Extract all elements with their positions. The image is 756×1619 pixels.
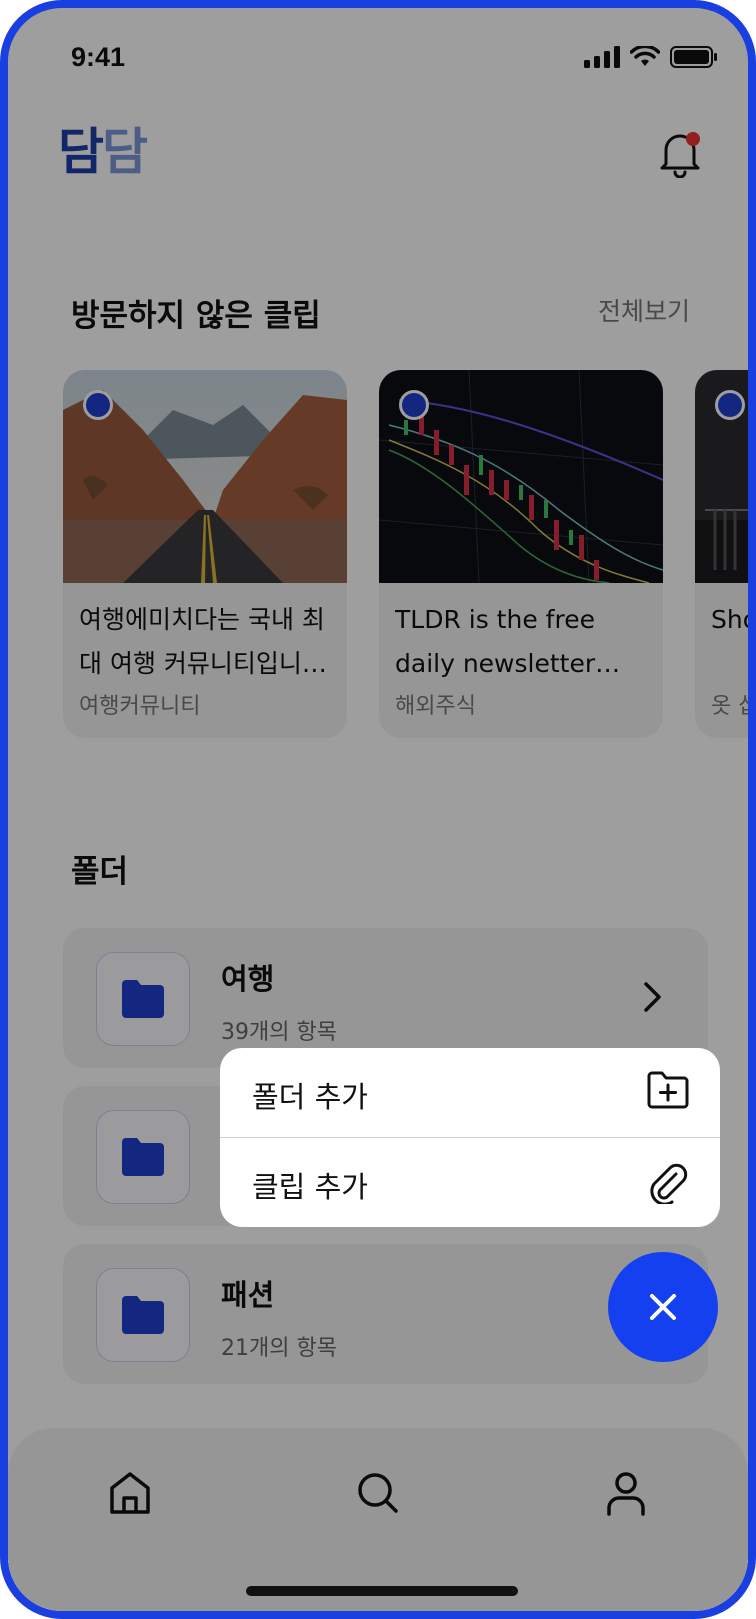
close-icon — [650, 1294, 676, 1320]
add-menu: 폴더 추가 클립 추가 — [220, 1048, 720, 1227]
phone-frame: 9:41 담담 방문하지 않은 클립 전체보기 여행에미치다는 국내 최대 여행… — [0, 0, 756, 1619]
modal-overlay[interactable] — [8, 8, 748, 1611]
add-folder-menu-item[interactable]: 폴더 추가 — [220, 1048, 720, 1137]
add-clip-menu-item[interactable]: 클립 추가 — [220, 1138, 720, 1227]
folder-plus-icon — [647, 1071, 689, 1109]
close-fab-button[interactable] — [608, 1252, 718, 1362]
paperclip-icon — [650, 1163, 688, 1204]
add-clip-label: 클립 추가 — [252, 1170, 368, 1204]
add-folder-label: 폴더 추가 — [252, 1080, 368, 1114]
home-indicator — [246, 1586, 518, 1596]
